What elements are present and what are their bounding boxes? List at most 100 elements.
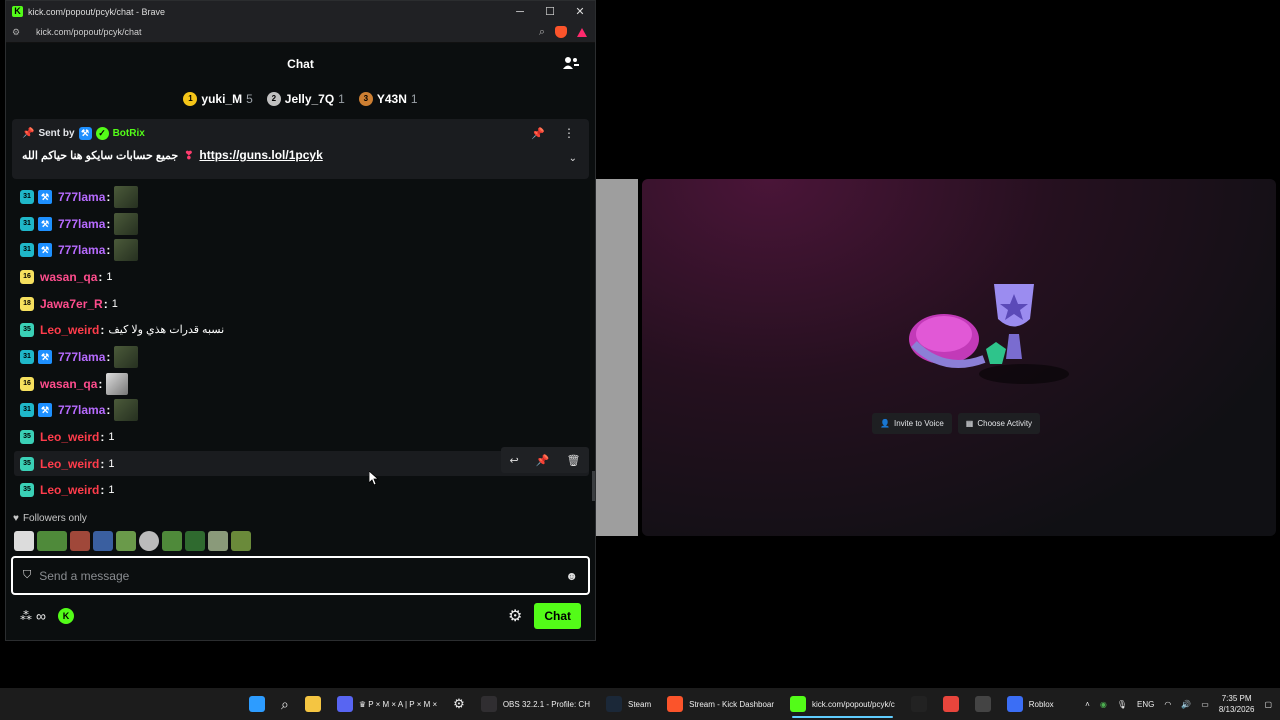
chat-username[interactable]: Leo_weird: [40, 323, 99, 337]
taskbar-app-calculator[interactable]: [969, 688, 997, 720]
taskbar-app-chrome[interactable]: [937, 688, 965, 720]
leaderboard-item[interactable]: 1 yuki_M 5: [183, 92, 253, 106]
volume-icon[interactable]: 🔊: [1181, 700, 1191, 709]
chat-username[interactable]: 777lama: [58, 190, 105, 204]
pinned-link[interactable]: https://guns.lol/1pcyk: [199, 148, 322, 162]
chat-message[interactable]: 31 ⚒ 777lama:: [14, 344, 589, 369]
message-input[interactable]: [39, 568, 566, 583]
subscriber-badge-icon: 35: [20, 429, 34, 444]
send-chat-button[interactable]: Chat: [534, 603, 581, 629]
zoom-icon[interactable]: ⌕: [539, 26, 545, 39]
chat-username[interactable]: Leo_weird: [40, 483, 99, 497]
chat-message[interactable]: 31 ⚒ 777lama:: [14, 211, 589, 236]
chat-message[interactable]: 35 Leo_weird:1: [14, 424, 589, 449]
chat-message[interactable]: 31 ⚒ 777lama:: [14, 237, 589, 262]
network-status-icon[interactable]: ◉: [1100, 700, 1107, 709]
taskbar-app-steam[interactable]: Steam: [600, 688, 657, 720]
taskbar-app-obs[interactable]: OBS 32.2.1 - Profile: CH: [475, 688, 596, 720]
chat-username[interactable]: wasan_qa: [40, 270, 97, 284]
emote-icon[interactable]: [70, 531, 90, 551]
taskbar-app-brave[interactable]: Stream - Kick Dashboar: [661, 688, 780, 720]
taskbar-app-terminal[interactable]: [905, 688, 933, 720]
emote-icon[interactable]: [231, 531, 251, 551]
chat-emote-icon[interactable]: [114, 238, 139, 261]
chat-message[interactable]: 16 wasan_qa:: [14, 371, 589, 396]
search-button[interactable]: ⌕: [275, 688, 295, 720]
emote-icon[interactable]: [208, 531, 228, 551]
wifi-icon[interactable]: ◠: [1164, 700, 1171, 709]
chat-scrollbar[interactable]: [592, 471, 595, 501]
settings-icon[interactable]: ⚙: [508, 606, 522, 626]
chat-emote-icon[interactable]: [114, 185, 139, 208]
chat-username[interactable]: 777lama: [58, 403, 105, 417]
notifications-icon[interactable]: ▢: [1264, 700, 1272, 709]
subscriber-badge-icon: 35: [20, 482, 34, 497]
brave-rewards-icon[interactable]: [577, 27, 587, 37]
maximize-button[interactable]: ☐: [535, 5, 565, 18]
choose-activity-button[interactable]: ▦ Choose Activity: [957, 413, 1041, 434]
loading-emote-icon[interactable]: [139, 531, 159, 551]
kick-icon[interactable]: K: [57, 608, 74, 624]
shield-icon[interactable]: ⛉: [23, 569, 31, 582]
emote-icon[interactable]: [93, 531, 113, 551]
chat-username[interactable]: Jawa7er_R: [40, 297, 103, 311]
site-settings-icon[interactable]: ⚙: [12, 27, 24, 38]
points-icon[interactable]: ⁂: [20, 609, 32, 623]
chat-emote-icon[interactable]: [114, 212, 139, 235]
microphone-icon[interactable]: 🎙: [1117, 700, 1127, 709]
mouse-cursor-icon: [369, 471, 379, 485]
settings-app-button[interactable]: ⚙: [447, 688, 471, 720]
leaderboard-item[interactable]: 3 Y43N 1: [358, 92, 418, 106]
subscriber-badge-icon: 31: [20, 349, 34, 364]
taskbar-app-roblox[interactable]: Roblox: [1001, 688, 1060, 720]
brave-shields-icon[interactable]: [555, 26, 567, 38]
chat-message[interactable]: 31 ⚒ 777lama:: [14, 397, 589, 422]
leaderboard-item[interactable]: 2 Jelly_7Q 1: [266, 92, 345, 106]
emote-icon[interactable]: [116, 531, 136, 551]
reply-icon[interactable]: ↩: [510, 454, 519, 467]
file-explorer-button[interactable]: [299, 688, 327, 720]
chevron-down-icon[interactable]: ⌄: [569, 153, 577, 164]
username-separator: :: [106, 189, 111, 204]
minimize-button[interactable]: ─: [505, 6, 535, 18]
clock[interactable]: 7:35 PM 8/13/2026: [1219, 693, 1255, 715]
emote-icon[interactable]: [37, 531, 67, 551]
username-separator: :: [98, 376, 103, 391]
gear-icon: ⚙: [453, 696, 465, 711]
activity-label: Choose Activity: [977, 419, 1033, 428]
chat-emote-icon[interactable]: [114, 398, 139, 421]
url-field[interactable]: kick.com/popout/pcyk/chat: [36, 27, 539, 37]
chat-message[interactable]: 18 Jawa7er_R:1: [14, 291, 589, 316]
chevron-up-icon[interactable]: ˄: [1085, 700, 1090, 709]
chat-emote-icon[interactable]: [106, 372, 129, 395]
chat-message[interactable]: 35 Leo_weird: نسبه قدرات هذي ولا كيف: [14, 317, 589, 342]
taskbar-app-kick[interactable]: kick.com/popout/pcyk/c: [784, 688, 901, 720]
emote-icon[interactable]: [162, 531, 182, 551]
infinity-icon[interactable]: ∞: [36, 608, 46, 624]
chat-message[interactable]: 16 wasan_qa:1: [14, 264, 589, 289]
taskbar-app-discord[interactable]: ♛ P × M × A | P × M ×: [331, 688, 443, 720]
invite-to-voice-button[interactable]: 👤 Invite to Voice: [872, 413, 952, 434]
chat-message[interactable]: 31 ⚒ 777lama:: [14, 184, 589, 209]
chat-username[interactable]: wasan_qa: [40, 377, 97, 391]
chat-username[interactable]: 777lama: [58, 243, 105, 257]
emoji-icon[interactable]: ☻: [565, 569, 578, 583]
chat-username[interactable]: 777lama: [58, 217, 105, 231]
chat-username[interactable]: Leo_weird: [40, 457, 99, 471]
chat-message[interactable]: 35 Leo_weird:1: [14, 477, 589, 502]
emote-icon[interactable]: [14, 531, 34, 551]
pinned-author[interactable]: BotRix: [113, 128, 145, 139]
emote-icon[interactable]: [185, 531, 205, 551]
chat-username[interactable]: Leo_weird: [40, 430, 99, 444]
more-options-icon[interactable]: ⋮: [563, 126, 575, 140]
unpin-icon[interactable]: 📌: [531, 127, 545, 140]
close-window-button[interactable]: ✕: [565, 5, 595, 18]
chat-username[interactable]: 777lama: [58, 350, 105, 364]
language-indicator[interactable]: ENG: [1137, 700, 1154, 709]
battery-icon[interactable]: ▭: [1201, 700, 1209, 709]
start-button[interactable]: [243, 688, 271, 720]
chat-emote-icon[interactable]: [114, 345, 139, 368]
delete-icon[interactable]: 🗑: [567, 454, 581, 467]
pin-message-icon[interactable]: 📌: [536, 454, 550, 467]
users-icon[interactable]: [563, 56, 579, 70]
